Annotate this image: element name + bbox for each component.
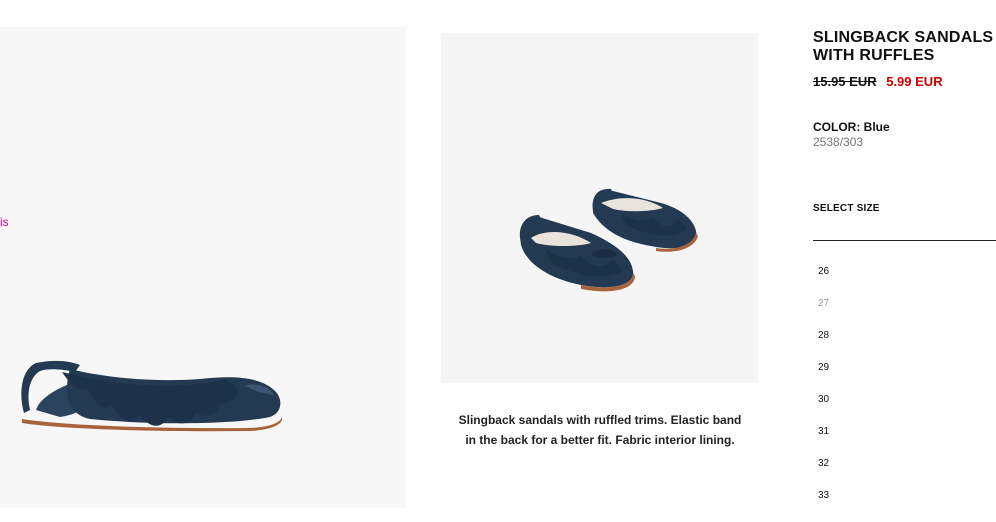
size-list: 26 27 28 29 30 31 32 33 — [818, 266, 829, 522]
size-option[interactable]: 28 — [818, 330, 829, 362]
price-block: 15.95 EUR 5.99 EUR — [813, 74, 943, 89]
size-option[interactable]: 30 — [818, 394, 829, 426]
sandal-side-view-image — [21, 360, 282, 432]
old-price: 15.95 EUR — [813, 74, 877, 89]
product-reference: 2538/303 — [813, 135, 864, 149]
size-option[interactable]: 32 — [818, 458, 829, 490]
select-size-label: SELECT SIZE — [813, 203, 880, 214]
product-description: Slingback sandals with ruffled trims. El… — [458, 413, 742, 447]
color-value: Blue — [863, 120, 890, 134]
sale-price: 5.99 EUR — [886, 74, 943, 89]
main-product-image[interactable]: is — [0, 27, 406, 508]
size-option[interactable]: 29 — [818, 362, 829, 394]
product-title: SLINGBACK SANDALS WITH RUFFLES — [813, 29, 994, 64]
size-option-unavailable[interactable]: 27 — [818, 298, 829, 330]
color-info: COLOR: Blue — [813, 120, 890, 134]
size-option[interactable]: 33 — [818, 490, 829, 522]
select-size-divider — [813, 240, 996, 241]
color-label: COLOR: — [813, 120, 861, 134]
overlay-text-fragment[interactable]: is — [0, 215, 9, 229]
size-option[interactable]: 31 — [818, 426, 829, 458]
sandal-pair-image — [519, 188, 698, 292]
product-pair-image[interactable] — [441, 33, 758, 383]
size-option[interactable]: 26 — [818, 266, 829, 298]
